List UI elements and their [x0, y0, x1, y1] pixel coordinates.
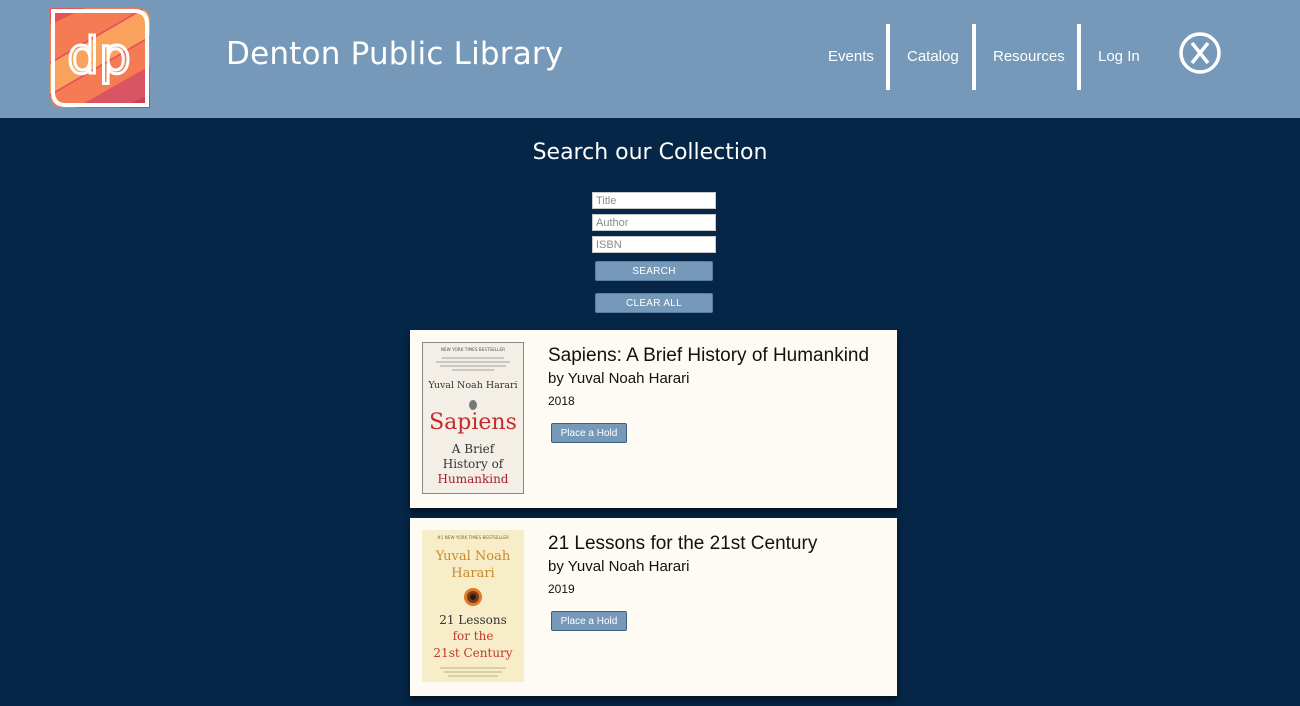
- svg-text:Humankind: Humankind: [438, 472, 509, 486]
- library-logo[interactable]: dp: [50, 8, 150, 108]
- book-title[interactable]: 21 Lessons for the 21st Century: [548, 533, 817, 555]
- book-author: by Yuval Noah Harari: [548, 558, 690, 575]
- author-input[interactable]: [592, 214, 716, 231]
- svg-text:for the: for the: [453, 629, 494, 643]
- svg-text:dp: dp: [67, 27, 130, 85]
- close-icon[interactable]: [1178, 31, 1222, 75]
- nav-divider: [1077, 24, 1081, 90]
- place-hold-button[interactable]: Place a Hold: [551, 423, 627, 443]
- svg-text:21 Lessons: 21 Lessons: [439, 613, 507, 627]
- nav-login[interactable]: Log In: [1098, 48, 1140, 65]
- book-cover-image[interactable]: #1 NEW YORK TIMES BESTSELLER Yuval Noah …: [422, 530, 524, 682]
- svg-text:21st Century: 21st Century: [433, 646, 512, 660]
- nav-events[interactable]: Events: [828, 48, 874, 65]
- nav-resources[interactable]: Resources: [993, 48, 1065, 65]
- svg-text:Yuval Noah Harari: Yuval Noah Harari: [427, 380, 517, 391]
- site-header: dp Denton Public Library Events Catalog …: [0, 0, 1300, 118]
- svg-text:Harari: Harari: [451, 566, 494, 581]
- book-cover-image[interactable]: NEW YORK TIMES BESTSELLER Yuval Noah Har…: [422, 342, 524, 494]
- svg-text:Yuval Noah: Yuval Noah: [435, 549, 511, 564]
- search-heading: Search our Collection: [532, 140, 768, 165]
- clear-all-button[interactable]: CLEAR ALL: [595, 293, 713, 313]
- book-title[interactable]: Sapiens: A Brief History of Humankind: [548, 345, 869, 367]
- result-card: NEW YORK TIMES BESTSELLER Yuval Noah Har…: [410, 330, 897, 508]
- book-author: by Yuval Noah Harari: [548, 370, 690, 387]
- svg-text:History of: History of: [443, 457, 505, 471]
- svg-text:Sapiens: Sapiens: [429, 410, 517, 435]
- book-year: 2019: [548, 582, 575, 596]
- nav-catalog[interactable]: Catalog: [907, 48, 959, 65]
- nav-divider: [972, 24, 976, 90]
- place-hold-button[interactable]: Place a Hold: [551, 611, 627, 631]
- nav-divider: [886, 24, 890, 90]
- title-input[interactable]: [592, 192, 716, 209]
- svg-text:A Brief: A Brief: [451, 442, 496, 456]
- svg-text:#1 NEW YORK TIMES BESTSELLER: #1 NEW YORK TIMES BESTSELLER: [437, 535, 509, 540]
- site-title[interactable]: Denton Public Library: [226, 36, 563, 72]
- result-card: #1 NEW YORK TIMES BESTSELLER Yuval Noah …: [410, 518, 897, 696]
- book-year: 2018: [548, 394, 575, 408]
- svg-text:NEW YORK TIMES BESTSELLER: NEW YORK TIMES BESTSELLER: [441, 347, 505, 352]
- search-button[interactable]: SEARCH: [595, 261, 713, 281]
- isbn-input[interactable]: [592, 236, 716, 253]
